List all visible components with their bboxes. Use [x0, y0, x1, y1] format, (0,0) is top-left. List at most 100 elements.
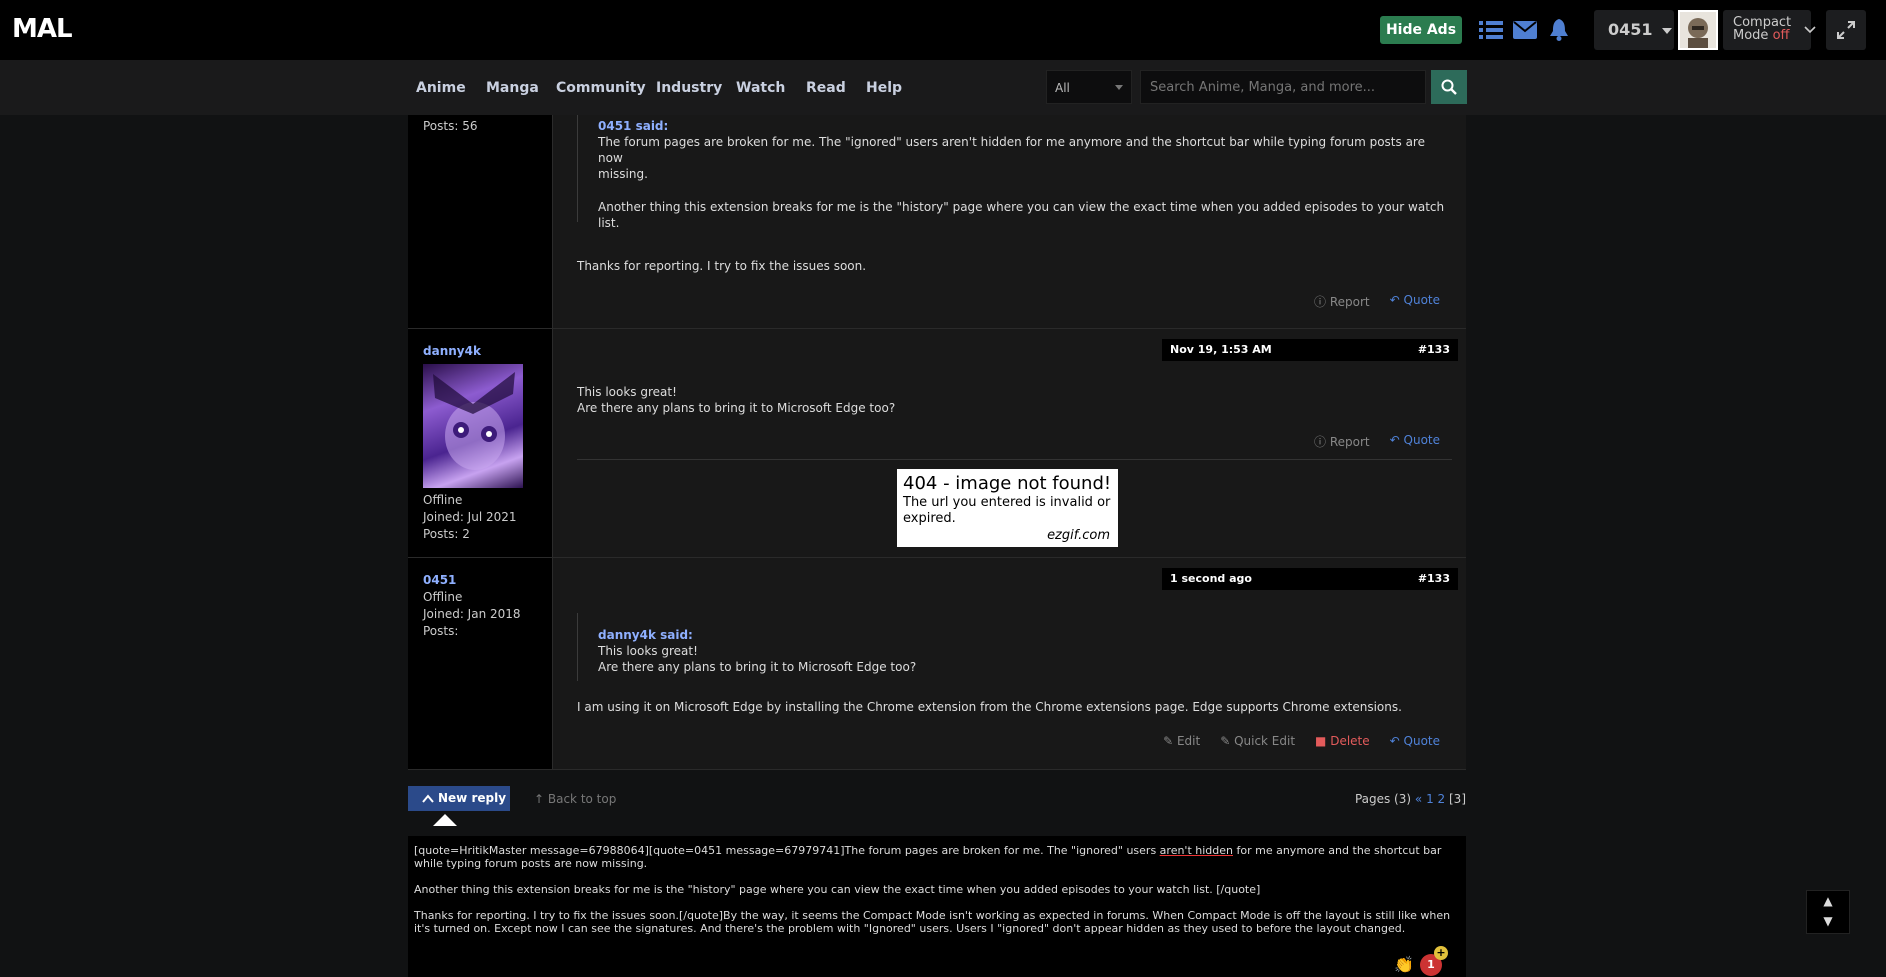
post-number[interactable]: #133 — [1418, 568, 1450, 590]
post-author-panel: danny4k Offline Joined: Jul 2021 Posts: … — [408, 329, 553, 557]
nav-industry[interactable]: Industry — [656, 80, 722, 96]
nav-help[interactable]: Help — [866, 80, 902, 96]
compact-mode-toggle[interactable]: Compact Mode off — [1723, 10, 1811, 50]
nav-watch[interactable]: Watch — [736, 80, 785, 96]
author-posts-count: Posts: — [423, 624, 459, 638]
pages-prev-link[interactable]: « — [1415, 792, 1422, 806]
author-joined: Joined: Jan 2018 — [423, 607, 521, 621]
page-current: [3] — [1449, 792, 1466, 806]
post-date: 1 second ago — [1170, 572, 1252, 585]
scroll-down-icon[interactable]: ▼ — [1807, 911, 1849, 931]
nav-manga[interactable]: Manga — [486, 80, 539, 96]
post-date: Nov 19, 1:53 AM — [1170, 343, 1272, 356]
scroll-up-icon[interactable]: ▲ — [1807, 891, 1849, 911]
main-nav: Anime Manga Community Industry Watch Rea… — [0, 60, 1886, 115]
compact-dropdown-button[interactable] — [1802, 10, 1818, 50]
post-body: I am using it on Microsoft Edge by insta… — [577, 700, 1402, 714]
nav-community[interactable]: Community — [556, 80, 646, 96]
post-actions: ⓘ Report ↶ Quote — [1314, 293, 1440, 310]
quote-line: Another thing this extension breaks for … — [598, 200, 1445, 230]
quote-line: Are there any plans to bring it to Micro… — [598, 660, 917, 674]
author-username[interactable]: danny4k — [423, 343, 552, 360]
user-menu[interactable]: 0451 — [1594, 10, 1674, 50]
page-link-2[interactable]: 2 — [1438, 792, 1446, 806]
chevron-down-icon — [1662, 27, 1673, 34]
search-filter-value: All — [1055, 81, 1070, 95]
post-content: 0451 said: The forum pages are broken fo… — [553, 115, 1466, 328]
quote-link[interactable]: ↶ Quote — [1390, 734, 1440, 748]
author-status: Offline — [423, 590, 463, 604]
search-input[interactable] — [1140, 70, 1426, 104]
signature-divider — [577, 459, 1452, 460]
back-to-top-link[interactable]: ↑ Back to top — [534, 792, 616, 806]
quote-link[interactable]: ↶ Quote — [1390, 433, 1440, 450]
pages-label: Pages (3) — [1354, 792, 1412, 806]
notification-badge[interactable]: 1 — [1419, 946, 1448, 976]
forum-post: danny4k Offline Joined: Jul 2021 Posts: … — [408, 329, 1466, 558]
post-body: This looks great! Are there any plans to… — [577, 385, 896, 415]
post-body: Thanks for reporting. I try to fix the i… — [577, 259, 867, 273]
top-bar: MAL Hide Ads 0451 Compact Mode off — [0, 0, 1886, 60]
quote-line: missing. — [598, 167, 648, 181]
edit-link[interactable]: ✎ Edit — [1163, 734, 1200, 748]
arrow-up-icon: ↑ — [534, 792, 548, 806]
quote-header[interactable]: danny4k said: — [598, 627, 1446, 643]
author-joined: Joined: Jul 2021 — [423, 510, 517, 524]
forum-post: 0451 Offline Joined: Jan 2018 Posts: 1 s… — [408, 558, 1466, 770]
reply-icon: ↶ — [1389, 734, 1404, 748]
reply-icon: ↶ — [1389, 293, 1404, 307]
reply-pointer — [433, 814, 457, 826]
post-number[interactable]: #133 — [1418, 339, 1450, 361]
search-button[interactable] — [1431, 70, 1467, 104]
quote-line: This looks great! — [598, 644, 698, 658]
quote-link[interactable]: ↶ Quote — [1390, 293, 1440, 310]
author-posts-count: Posts: 56 — [423, 119, 478, 133]
author-posts-count: Posts: 2 — [423, 527, 470, 541]
quick-edit-link[interactable]: ✎ Quick Edit — [1220, 734, 1295, 748]
post-content: 1 second ago #133 danny4k said: This loo… — [553, 558, 1466, 769]
nav-anime[interactable]: Anime — [416, 80, 466, 96]
report-link[interactable]: ⓘ Report — [1314, 293, 1370, 310]
forum-thread: Posts: 56 0451 said: The forum pages are… — [408, 115, 1466, 770]
post-author-panel: 0451 Offline Joined: Jan 2018 Posts: — [408, 558, 553, 769]
quote-line: The forum pages are broken for me. The "… — [598, 135, 1425, 165]
info-icon: ⓘ — [1314, 295, 1330, 309]
expand-icon — [1837, 21, 1855, 39]
author-username[interactable]: 0451 — [423, 572, 552, 589]
search-icon — [1441, 79, 1457, 95]
post-actions: ✎ Edit ✎ Quick Edit ■ Delete ↶ Quote — [1163, 734, 1440, 748]
post-author-panel: Posts: 56 — [408, 115, 553, 328]
signature-image: 404 - image not found! The url you enter… — [897, 469, 1118, 547]
search-filter-select[interactable]: All — [1046, 70, 1132, 104]
compact-state: off — [1772, 28, 1790, 43]
author-status: Offline — [423, 493, 463, 507]
quote-block: 0451 said: The forum pages are broken fo… — [577, 115, 1446, 230]
post-actions: ⓘ Report ↶ Quote — [1314, 433, 1440, 450]
bell-icon[interactable] — [1546, 16, 1572, 44]
expand-button[interactable] — [1826, 10, 1866, 50]
nav-read[interactable]: Read — [806, 80, 846, 96]
delete-link[interactable]: ■ Delete — [1315, 734, 1370, 748]
reply-tools: 👏 1 — [1394, 946, 1448, 976]
chevron-down-icon — [1804, 26, 1816, 34]
author-avatar[interactable] — [423, 364, 523, 488]
mal-logo[interactable]: MAL — [12, 14, 73, 44]
edit-icon: ✎ — [1220, 734, 1235, 748]
pagination: Pages (3) « 1 2 [3] — [1355, 792, 1466, 806]
new-reply-button[interactable]: New reply — [408, 786, 510, 811]
clapping-hands-icon[interactable]: 👏 — [1394, 954, 1414, 976]
page-link-1[interactable]: 1 — [1426, 792, 1434, 806]
quote-header[interactable]: 0451 said: — [598, 118, 1446, 134]
chevron-up-icon — [422, 794, 434, 803]
caret-down-icon — [1115, 85, 1123, 90]
mail-icon[interactable] — [1512, 16, 1538, 44]
list-icon[interactable] — [1478, 16, 1504, 44]
post-header: Nov 19, 1:53 AM #133 — [1162, 339, 1458, 361]
hide-ads-button[interactable]: Hide Ads — [1380, 16, 1462, 44]
scroll-controls: ▲ ▼ — [1806, 890, 1850, 934]
new-reply-label: New reply — [438, 791, 507, 805]
forum-post: Posts: 56 0451 said: The forum pages are… — [408, 115, 1466, 329]
avatar[interactable] — [1678, 10, 1718, 50]
report-link[interactable]: ⓘ Report — [1314, 433, 1370, 450]
reply-textarea[interactable]: [quote=HritikMaster message=67988064][qu… — [408, 836, 1466, 977]
